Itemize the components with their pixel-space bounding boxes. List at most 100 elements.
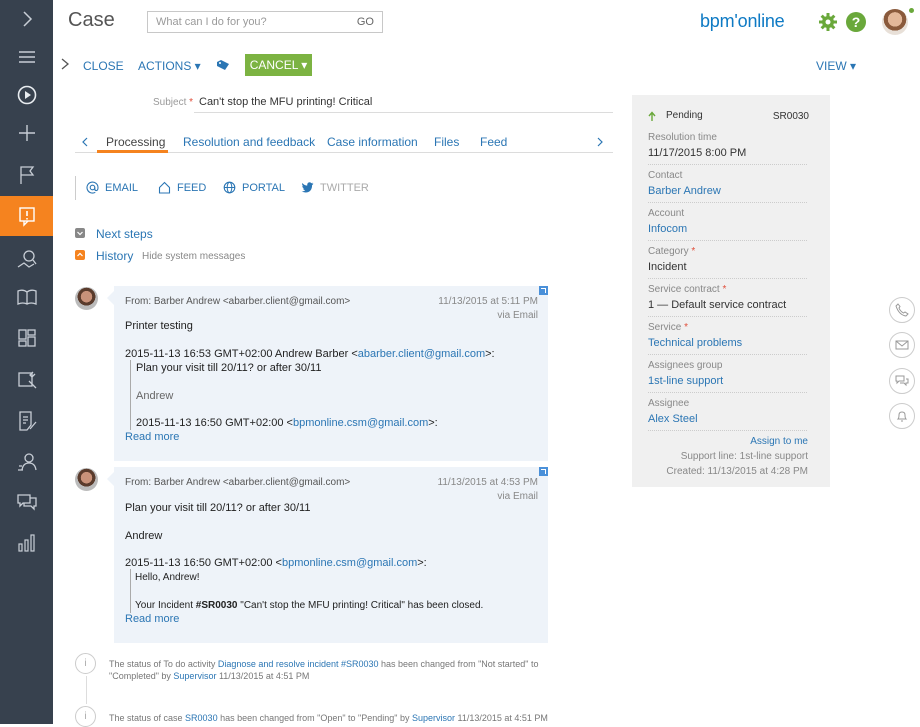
chevron-right-icon[interactable] [0, 0, 53, 38]
chat-icon[interactable] [0, 483, 53, 521]
message-author-avatar [75, 468, 98, 491]
menu-icon[interactable] [0, 38, 53, 76]
arrow-up-icon [648, 110, 656, 121]
analytics-icon[interactable] [0, 524, 53, 562]
channel-portal[interactable]: PORTAL [223, 181, 285, 194]
next-steps-header[interactable]: Next steps [96, 227, 153, 241]
expand-chevron-icon[interactable] [60, 58, 70, 70]
assign-to-me-link[interactable]: Assign to me [750, 436, 808, 447]
book-icon[interactable] [0, 278, 53, 316]
tab-resolution-and-feedback[interactable]: Resolution and feedback [183, 135, 315, 149]
email-link[interactable]: bpmonline.csm@gmail.com [282, 557, 417, 569]
phone-icon[interactable] [889, 297, 915, 323]
users-icon[interactable] [0, 443, 53, 481]
channel-twitter[interactable]: TWITTER [301, 181, 369, 194]
email-link[interactable]: bpmonline.csm@gmail.com [293, 417, 428, 429]
open-external-icon[interactable] [539, 467, 548, 476]
user-avatar[interactable] [882, 9, 908, 35]
message-card-notch [107, 472, 114, 486]
support-line-info: Support line: 1st-line support [680, 451, 808, 462]
message-quote-header: 2015-11-13 16:53 GMT+02:00 Andrew Barber… [125, 348, 495, 360]
message-body-line: Andrew [125, 530, 163, 542]
tab-case-information[interactable]: Case information [327, 135, 418, 149]
field-category[interactable]: Category * Incident [648, 246, 807, 279]
channel-email[interactable]: EMAIL [86, 181, 138, 194]
field-assignee[interactable]: Assignee Alex Steel [648, 398, 807, 431]
user-link[interactable]: Supervisor [173, 671, 216, 681]
mail-icon[interactable] [889, 332, 915, 358]
hide-system-messages-link[interactable]: Hide system messages [142, 251, 245, 262]
search-map-icon[interactable] [0, 240, 53, 278]
message-quote-header: 2015-11-13 16:50 GMT+02:00 <bpmonline.cs… [125, 557, 427, 569]
system-status-note: The status of To do activity Diagnose an… [109, 659, 539, 681]
online-status-icon [909, 8, 914, 13]
timeline-connector [86, 676, 87, 704]
next-steps-toggle-icon[interactable] [75, 228, 85, 238]
left-navigation-rail [0, 0, 53, 724]
history-toggle-icon[interactable] [75, 250, 85, 260]
command-line[interactable]: GO [147, 11, 383, 33]
chat-bubbles-icon[interactable] [889, 368, 915, 394]
tools-icon[interactable] [0, 360, 53, 398]
subject-field[interactable]: Can't stop the MFU printing! Critical [199, 96, 372, 108]
case-icon[interactable] [0, 196, 53, 236]
case-status[interactable]: Pending [648, 110, 703, 121]
gear-icon[interactable] [818, 12, 838, 32]
history-header[interactable]: History [96, 249, 133, 263]
bell-icon[interactable] [889, 403, 915, 429]
case-profile-panel: Pending SR0030 Resolution time 11/17/201… [632, 95, 830, 487]
field-contact[interactable]: Contact Barber Andrew [648, 170, 807, 203]
user-link[interactable]: Supervisor [412, 713, 455, 723]
quote-line: Hello, Andrew! [135, 572, 200, 583]
dashboard-icon[interactable] [0, 319, 53, 357]
close-button[interactable]: CLOSE [83, 59, 124, 73]
plus-icon[interactable] [0, 114, 53, 152]
subject-label: Subject * [153, 97, 194, 108]
twitter-icon [301, 182, 314, 193]
read-more-link[interactable]: Read more [125, 613, 179, 625]
case-link[interactable]: SR0030 [185, 713, 218, 723]
activity-link[interactable]: Diagnose and resolve incident #SR0030 [218, 659, 379, 669]
tab-processing[interactable]: Processing [106, 135, 165, 149]
quote-line: Plan your visit till 20/11? or after 30/… [136, 362, 322, 374]
help-icon[interactable]: ? [846, 12, 866, 32]
email-message-card[interactable]: From: Barber Andrew <abarber.client@gmai… [114, 467, 548, 643]
quote-line: Your Incident #SR0030 "Can't stop the MF… [135, 600, 484, 611]
flag-icon[interactable] [0, 156, 53, 194]
field-service[interactable]: Service * Technical problems [648, 322, 807, 355]
field-account[interactable]: Account Infocom [648, 208, 807, 241]
system-status-note: The status of case SR0030 has been chang… [109, 713, 548, 723]
message-body-line: Plan your visit till 20/11? or after 30/… [125, 502, 311, 514]
tag-icon[interactable] [217, 60, 229, 70]
email-message-card[interactable]: From: Barber Andrew <abarber.client@gmai… [114, 286, 548, 461]
command-go-button[interactable]: GO [357, 16, 374, 28]
message-date: 11/13/2015 at 4:53 PM via Email [437, 477, 538, 502]
info-icon: i [75, 653, 96, 674]
document-icon[interactable] [0, 402, 53, 440]
tab-files[interactable]: Files [434, 135, 459, 149]
actions-button[interactable]: ACTIONS ▾ [138, 59, 201, 73]
open-external-icon[interactable] [539, 286, 548, 295]
tabs-scroll-right-icon[interactable] [596, 137, 604, 147]
quote-header: 2015-11-13 16:50 GMT+02:00 <bpmonline.cs… [136, 417, 438, 429]
tabs-scroll-left-icon[interactable] [81, 137, 89, 147]
command-input[interactable] [148, 12, 338, 32]
play-icon[interactable] [0, 76, 53, 114]
quote-line: Andrew [136, 390, 174, 402]
at-icon [86, 181, 99, 194]
cancel-button[interactable]: CANCEL ▾ [245, 54, 312, 76]
message-from: From: Barber Andrew <abarber.client@gmai… [125, 296, 351, 307]
field-resolution-time[interactable]: Resolution time 11/17/2015 8:00 PM [648, 132, 807, 165]
field-service-contract[interactable]: Service contract * 1 — Default service c… [648, 284, 807, 317]
message-quote: Plan your visit till 20/11? or after 30/… [130, 360, 438, 430]
read-more-link[interactable]: Read more [125, 431, 179, 443]
channel-feed[interactable]: FEED [158, 181, 206, 194]
brand-logo[interactable]: bpm'online [700, 11, 785, 32]
tab-feed[interactable]: Feed [480, 135, 507, 149]
field-assignees-group[interactable]: Assignees group 1st-line support [648, 360, 807, 393]
message-body-line: Printer testing [125, 320, 193, 332]
active-tab-indicator [97, 150, 168, 153]
subject-underline [194, 112, 613, 113]
view-button[interactable]: VIEW ▾ [816, 59, 856, 73]
email-link[interactable]: abarber.client@gmail.com [358, 348, 485, 360]
